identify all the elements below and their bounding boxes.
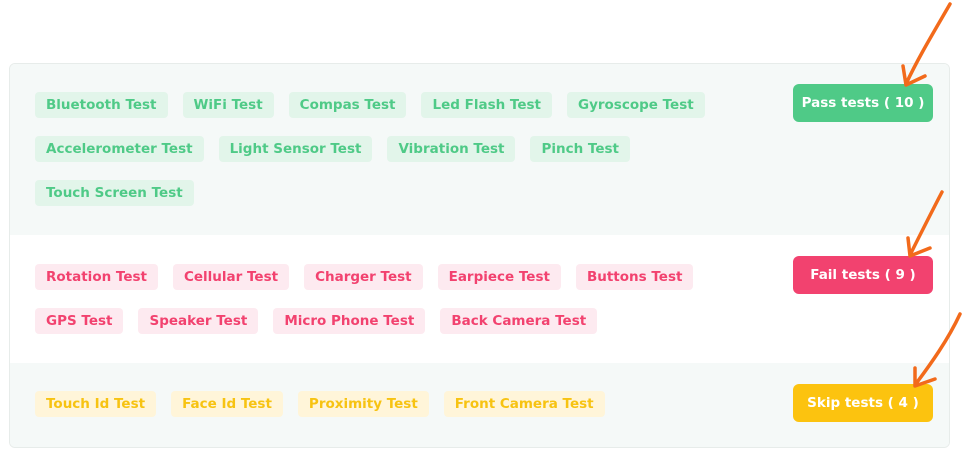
tag-led-flash-test: Led Flash Test [421,92,552,118]
skip-tests-section: Touch Id Test Face Id Test Proximity Tes… [10,363,949,447]
tag-cellular-test: Cellular Test [172,264,290,290]
fail-tags-row-2: GPS Test Speaker Test Micro Phone Test B… [35,308,598,334]
pass-tags-row-2: Accelerometer Test Light Sensor Test Vib… [35,136,630,162]
tag-vibration-test: Vibration Test [387,136,516,162]
skip-tags-row-1: Touch Id Test Face Id Test Proximity Tes… [35,391,605,417]
fail-tests-section: Rotation Test Cellular Test Charger Test… [10,235,949,363]
tag-gps-test: GPS Test [35,308,124,334]
pass-tags-row-3: Touch Screen Test [35,180,194,206]
pass-tests-button[interactable]: Pass tests ( 10 ) [793,84,933,122]
tag-earpiece-test: Earpiece Test [437,264,561,290]
tag-micro-phone-test: Micro Phone Test [273,308,426,334]
tag-touch-id-test: Touch Id Test [35,391,157,417]
tag-pinch-test: Pinch Test [530,136,630,162]
tag-face-id-test: Face Id Test [171,391,283,417]
tag-charger-test: Charger Test [304,264,423,290]
tag-back-camera-test: Back Camera Test [440,308,598,334]
tag-rotation-test: Rotation Test [35,264,158,290]
tag-accelerometer-test: Accelerometer Test [35,136,204,162]
skip-tests-button[interactable]: Skip tests ( 4 ) [793,384,933,422]
tag-touch-screen-test: Touch Screen Test [35,180,194,206]
tag-proximity-test: Proximity Test [297,391,429,417]
test-results-card: Bluetooth Test WiFi Test Compas Test Led… [9,63,950,448]
tag-speaker-test: Speaker Test [138,308,259,334]
tag-front-camera-test: Front Camera Test [443,391,605,417]
fail-tests-button[interactable]: Fail tests ( 9 ) [793,256,933,294]
tag-gyroscope-test: Gyroscope Test [566,92,705,118]
tag-compas-test: Compas Test [288,92,407,118]
tag-light-sensor-test: Light Sensor Test [218,136,373,162]
fail-tags-row-1: Rotation Test Cellular Test Charger Test… [35,264,694,290]
tag-bluetooth-test: Bluetooth Test [35,92,168,118]
tag-wifi-test: WiFi Test [182,92,274,118]
tag-buttons-test: Buttons Test [575,264,694,290]
pass-tests-section: Bluetooth Test WiFi Test Compas Test Led… [10,64,949,235]
pass-tags-row-1: Bluetooth Test WiFi Test Compas Test Led… [35,92,705,118]
